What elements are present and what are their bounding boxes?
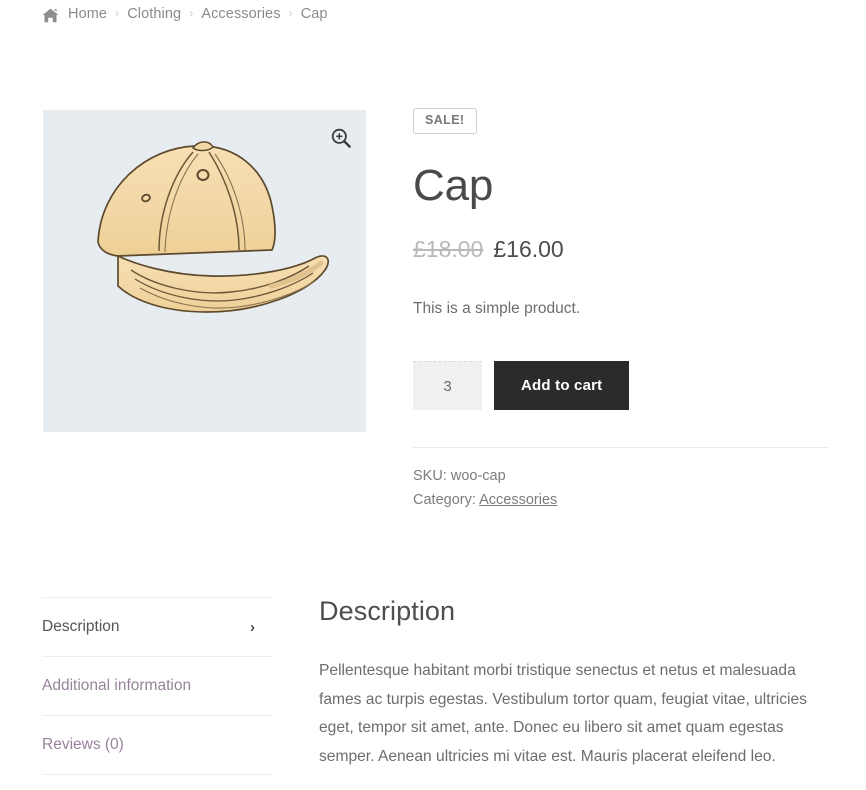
tab-reviews[interactable]: Reviews (0) bbox=[42, 716, 273, 774]
product-gallery[interactable] bbox=[43, 110, 366, 432]
breadcrumb-separator: › bbox=[115, 6, 120, 20]
tab-description-label: Description bbox=[42, 618, 120, 635]
category-link[interactable]: Accessories bbox=[479, 492, 557, 508]
tab-panel-description: Description Pellentesque habitant morbi … bbox=[319, 596, 831, 787]
product-summary: SALE! Cap £18.00 £16.00 This is a simple … bbox=[413, 108, 828, 512]
tab-description[interactable]: Description › bbox=[42, 598, 273, 656]
tab-reviews-label: Reviews (0) bbox=[42, 736, 124, 753]
price: £18.00 £16.00 bbox=[413, 236, 828, 264]
add-to-cart-form: Add to cart bbox=[413, 361, 828, 411]
breadcrumb: Home › Clothing › Accessories › Cap bbox=[42, 6, 328, 22]
breadcrumb-separator: › bbox=[288, 6, 293, 20]
breadcrumb-item-current: Cap bbox=[300, 6, 328, 22]
product-meta: SKU: woo-cap Category: Accessories bbox=[413, 465, 828, 512]
product-page: Home › Clothing › Accessories › Cap SALE… bbox=[0, 0, 866, 790]
tab-additional-information[interactable]: Additional information bbox=[42, 657, 273, 715]
page-title: Cap bbox=[413, 160, 494, 210]
panel-title: Description bbox=[319, 596, 456, 626]
sku-label: SKU: bbox=[413, 468, 447, 485]
meta-divider bbox=[413, 447, 828, 449]
sale-badge: SALE! bbox=[413, 108, 477, 134]
quantity-input[interactable] bbox=[413, 361, 482, 411]
chevron-right-icon: › bbox=[250, 618, 255, 636]
sku-row: SKU: woo-cap bbox=[413, 465, 828, 488]
home-icon[interactable] bbox=[42, 8, 59, 23]
category-label: Category: bbox=[413, 491, 476, 508]
breadcrumb-item-clothing[interactable]: Clothing bbox=[127, 6, 181, 22]
sku-value: woo-cap bbox=[450, 468, 506, 485]
price-original: £18.00 bbox=[413, 235, 484, 262]
product-tabs: Description › Additional information Rev… bbox=[42, 597, 273, 775]
tab-divider bbox=[42, 774, 273, 775]
panel-body: Pellentesque habitant morbi tristique se… bbox=[319, 662, 807, 765]
cap-illustration bbox=[97, 141, 329, 313]
add-to-cart-button[interactable]: Add to cart bbox=[494, 361, 630, 411]
short-description: This is a simple product. bbox=[413, 300, 581, 318]
tab-additional-information-label: Additional information bbox=[42, 677, 192, 694]
breadcrumb-separator: › bbox=[189, 6, 194, 20]
breadcrumb-item-accessories[interactable]: Accessories bbox=[201, 6, 280, 22]
breadcrumb-item-home[interactable]: Home bbox=[68, 6, 107, 22]
zoom-magnifier-icon[interactable] bbox=[330, 127, 352, 149]
price-sale: £16.00 bbox=[493, 235, 564, 262]
category-row: Category: Accessories bbox=[413, 489, 828, 512]
